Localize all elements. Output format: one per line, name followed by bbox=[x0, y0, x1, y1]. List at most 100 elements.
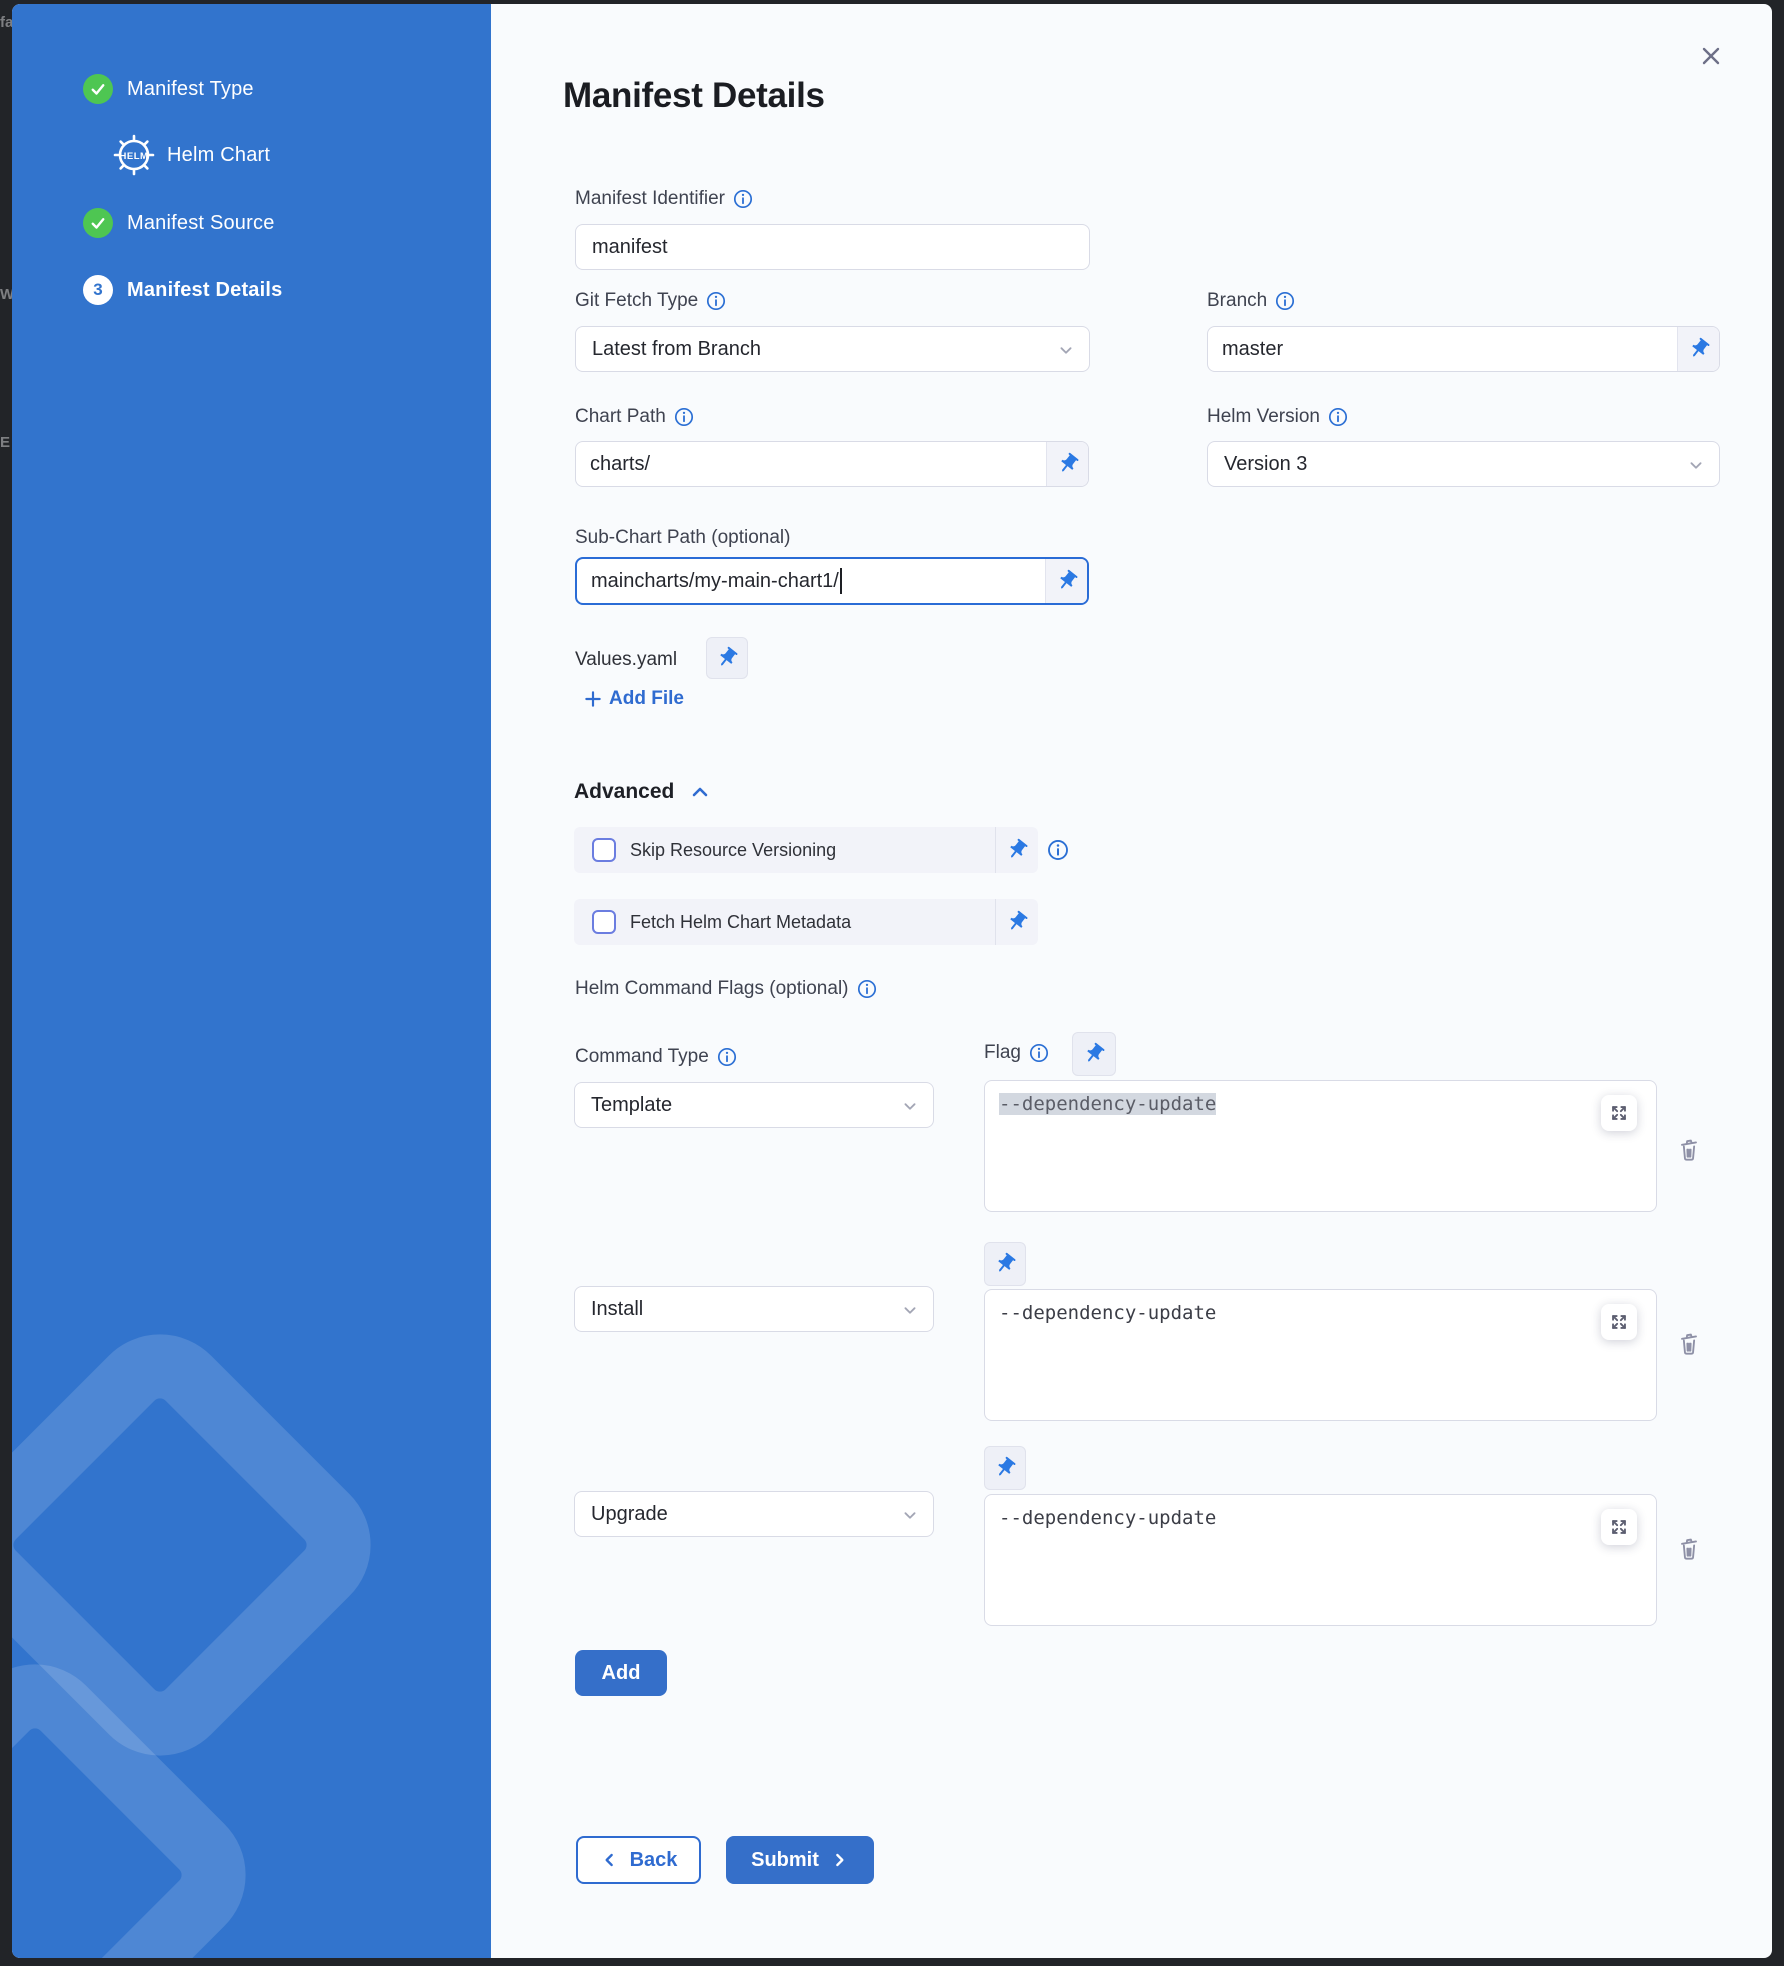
manifest-identifier-label: Manifest Identifier bbox=[575, 188, 753, 210]
command-type-select-3[interactable]: Upgrade bbox=[574, 1491, 934, 1537]
label-text: Values.yaml bbox=[575, 649, 677, 671]
chevron-down-icon bbox=[1685, 454, 1707, 476]
values-yaml-label: Values.yaml bbox=[575, 649, 677, 671]
selected-value: Upgrade bbox=[591, 1503, 668, 1526]
button-label: Back bbox=[630, 1849, 678, 1872]
chevron-down-icon bbox=[899, 1504, 921, 1526]
pin-icon[interactable] bbox=[1072, 1032, 1116, 1076]
label-text: Manifest Identifier bbox=[575, 188, 725, 210]
command-type-select-2[interactable]: Install bbox=[574, 1286, 934, 1332]
add-flag-button[interactable]: Add bbox=[575, 1650, 667, 1696]
flag-value: --dependency-update bbox=[999, 1302, 1216, 1324]
manifest-wizard-modal: Manifest Type HELM bbox=[12, 4, 1772, 1958]
info-icon[interactable] bbox=[1029, 1043, 1049, 1063]
pin-icon[interactable] bbox=[1046, 442, 1088, 486]
pin-icon[interactable] bbox=[996, 910, 1038, 934]
label-text: Git Fetch Type bbox=[575, 290, 698, 312]
checkbox-label: Fetch Helm Chart Metadata bbox=[630, 912, 995, 933]
clipped-text-fragment: W bbox=[0, 286, 12, 303]
info-icon[interactable] bbox=[717, 1047, 737, 1067]
expand-icon[interactable] bbox=[1601, 1304, 1637, 1340]
branch-input[interactable]: master bbox=[1208, 327, 1677, 371]
pin-icon[interactable] bbox=[1045, 559, 1087, 603]
info-icon[interactable] bbox=[674, 407, 694, 427]
advanced-section-toggle[interactable]: Advanced bbox=[574, 780, 712, 804]
flag-value: --dependency-update bbox=[999, 1093, 1216, 1115]
trash-icon[interactable] bbox=[1675, 1135, 1703, 1163]
checkbox-label: Skip Resource Versioning bbox=[630, 840, 995, 861]
chart-path-input[interactable]: charts/ bbox=[576, 442, 1046, 486]
selected-value: Template bbox=[591, 1094, 672, 1117]
button-label: Add bbox=[602, 1662, 641, 1685]
add-file-button[interactable]: Add File bbox=[583, 688, 684, 710]
label-text: Helm Version bbox=[1207, 406, 1320, 428]
clipped-text-fragment: E bbox=[0, 434, 10, 451]
manifest-identifier-input[interactable] bbox=[575, 224, 1090, 270]
input-value: maincharts/my-main-chart1/ bbox=[591, 570, 839, 593]
label-text: Chart Path bbox=[575, 406, 666, 428]
info-icon[interactable] bbox=[1047, 839, 1069, 861]
branch-input-group: master bbox=[1207, 326, 1720, 372]
clipped-text-fragment: fa bbox=[0, 14, 12, 31]
pin-icon[interactable] bbox=[984, 1242, 1026, 1286]
helm-command-flags-label: Helm Command Flags (optional) bbox=[575, 978, 877, 1000]
info-icon[interactable] bbox=[733, 189, 753, 209]
flag-textarea-1[interactable]: --dependency-update bbox=[984, 1080, 1657, 1212]
plus-icon bbox=[583, 689, 603, 709]
trash-icon[interactable] bbox=[1675, 1534, 1703, 1562]
selected-value: Install bbox=[591, 1298, 643, 1321]
label-text: Flag bbox=[984, 1042, 1021, 1064]
pin-icon[interactable] bbox=[706, 637, 748, 679]
selected-value: Version 3 bbox=[1224, 453, 1307, 476]
chevron-down-icon bbox=[899, 1299, 921, 1321]
close-icon[interactable] bbox=[1696, 41, 1726, 71]
pin-icon[interactable] bbox=[1677, 327, 1719, 371]
helm-version-label: Helm Version bbox=[1207, 406, 1348, 428]
branch-label: Branch bbox=[1207, 290, 1295, 312]
link-label: Add File bbox=[609, 688, 684, 710]
flag-textarea-3[interactable]: --dependency-update bbox=[984, 1494, 1657, 1626]
flag-value: --dependency-update bbox=[999, 1507, 1216, 1529]
info-icon[interactable] bbox=[706, 291, 726, 311]
label-text: Command Type bbox=[575, 1046, 709, 1068]
chart-path-input-group: charts/ bbox=[575, 441, 1089, 487]
page-title: Manifest Details bbox=[563, 76, 825, 116]
selected-value: Latest from Branch bbox=[592, 338, 761, 361]
sub-chart-path-label: Sub-Chart Path (optional) bbox=[575, 527, 790, 549]
sub-chart-path-input-group: maincharts/my-main-chart1/ bbox=[575, 557, 1089, 605]
info-icon[interactable] bbox=[857, 979, 877, 999]
info-icon[interactable] bbox=[1275, 291, 1295, 311]
command-type-label: Command Type bbox=[575, 1046, 737, 1068]
label-text: Branch bbox=[1207, 290, 1267, 312]
label-text: Helm Command Flags (optional) bbox=[575, 978, 849, 1000]
pin-icon[interactable] bbox=[996, 838, 1038, 862]
flag-textarea-2[interactable]: --dependency-update bbox=[984, 1289, 1657, 1421]
fetch-helm-chart-metadata-checkbox[interactable] bbox=[592, 910, 616, 934]
git-fetch-type-select[interactable]: Latest from Branch bbox=[575, 326, 1090, 372]
info-icon[interactable] bbox=[1328, 407, 1348, 427]
helm-version-select[interactable]: Version 3 bbox=[1207, 441, 1720, 487]
back-button[interactable]: Back bbox=[576, 1836, 701, 1884]
trash-icon[interactable] bbox=[1675, 1329, 1703, 1357]
section-title: Advanced bbox=[574, 780, 674, 804]
chevron-up-icon bbox=[688, 780, 712, 804]
command-type-select-1[interactable]: Template bbox=[574, 1082, 934, 1128]
chevron-left-icon bbox=[600, 1850, 620, 1870]
expand-icon[interactable] bbox=[1601, 1095, 1637, 1131]
text-cursor bbox=[840, 568, 842, 594]
submit-button[interactable]: Submit bbox=[726, 1836, 874, 1884]
sub-chart-path-input[interactable]: maincharts/my-main-chart1/ bbox=[577, 559, 1045, 603]
expand-icon[interactable] bbox=[1601, 1509, 1637, 1545]
button-label: Submit bbox=[751, 1849, 819, 1872]
label-text: Sub-Chart Path (optional) bbox=[575, 527, 790, 549]
pin-icon[interactable] bbox=[984, 1446, 1026, 1490]
fetch-helm-chart-metadata-row: Fetch Helm Chart Metadata bbox=[574, 899, 1038, 945]
skip-resource-versioning-checkbox[interactable] bbox=[592, 838, 616, 862]
chart-path-label: Chart Path bbox=[575, 406, 694, 428]
manifest-details-panel: Manifest Details Manifest Identifier Git… bbox=[12, 4, 1772, 1958]
chevron-down-icon bbox=[1055, 339, 1077, 361]
git-fetch-type-label: Git Fetch Type bbox=[575, 290, 726, 312]
chevron-down-icon bbox=[899, 1095, 921, 1117]
chevron-right-icon bbox=[829, 1850, 849, 1870]
page-behind-left-edge: fa W E bbox=[0, 0, 12, 1966]
